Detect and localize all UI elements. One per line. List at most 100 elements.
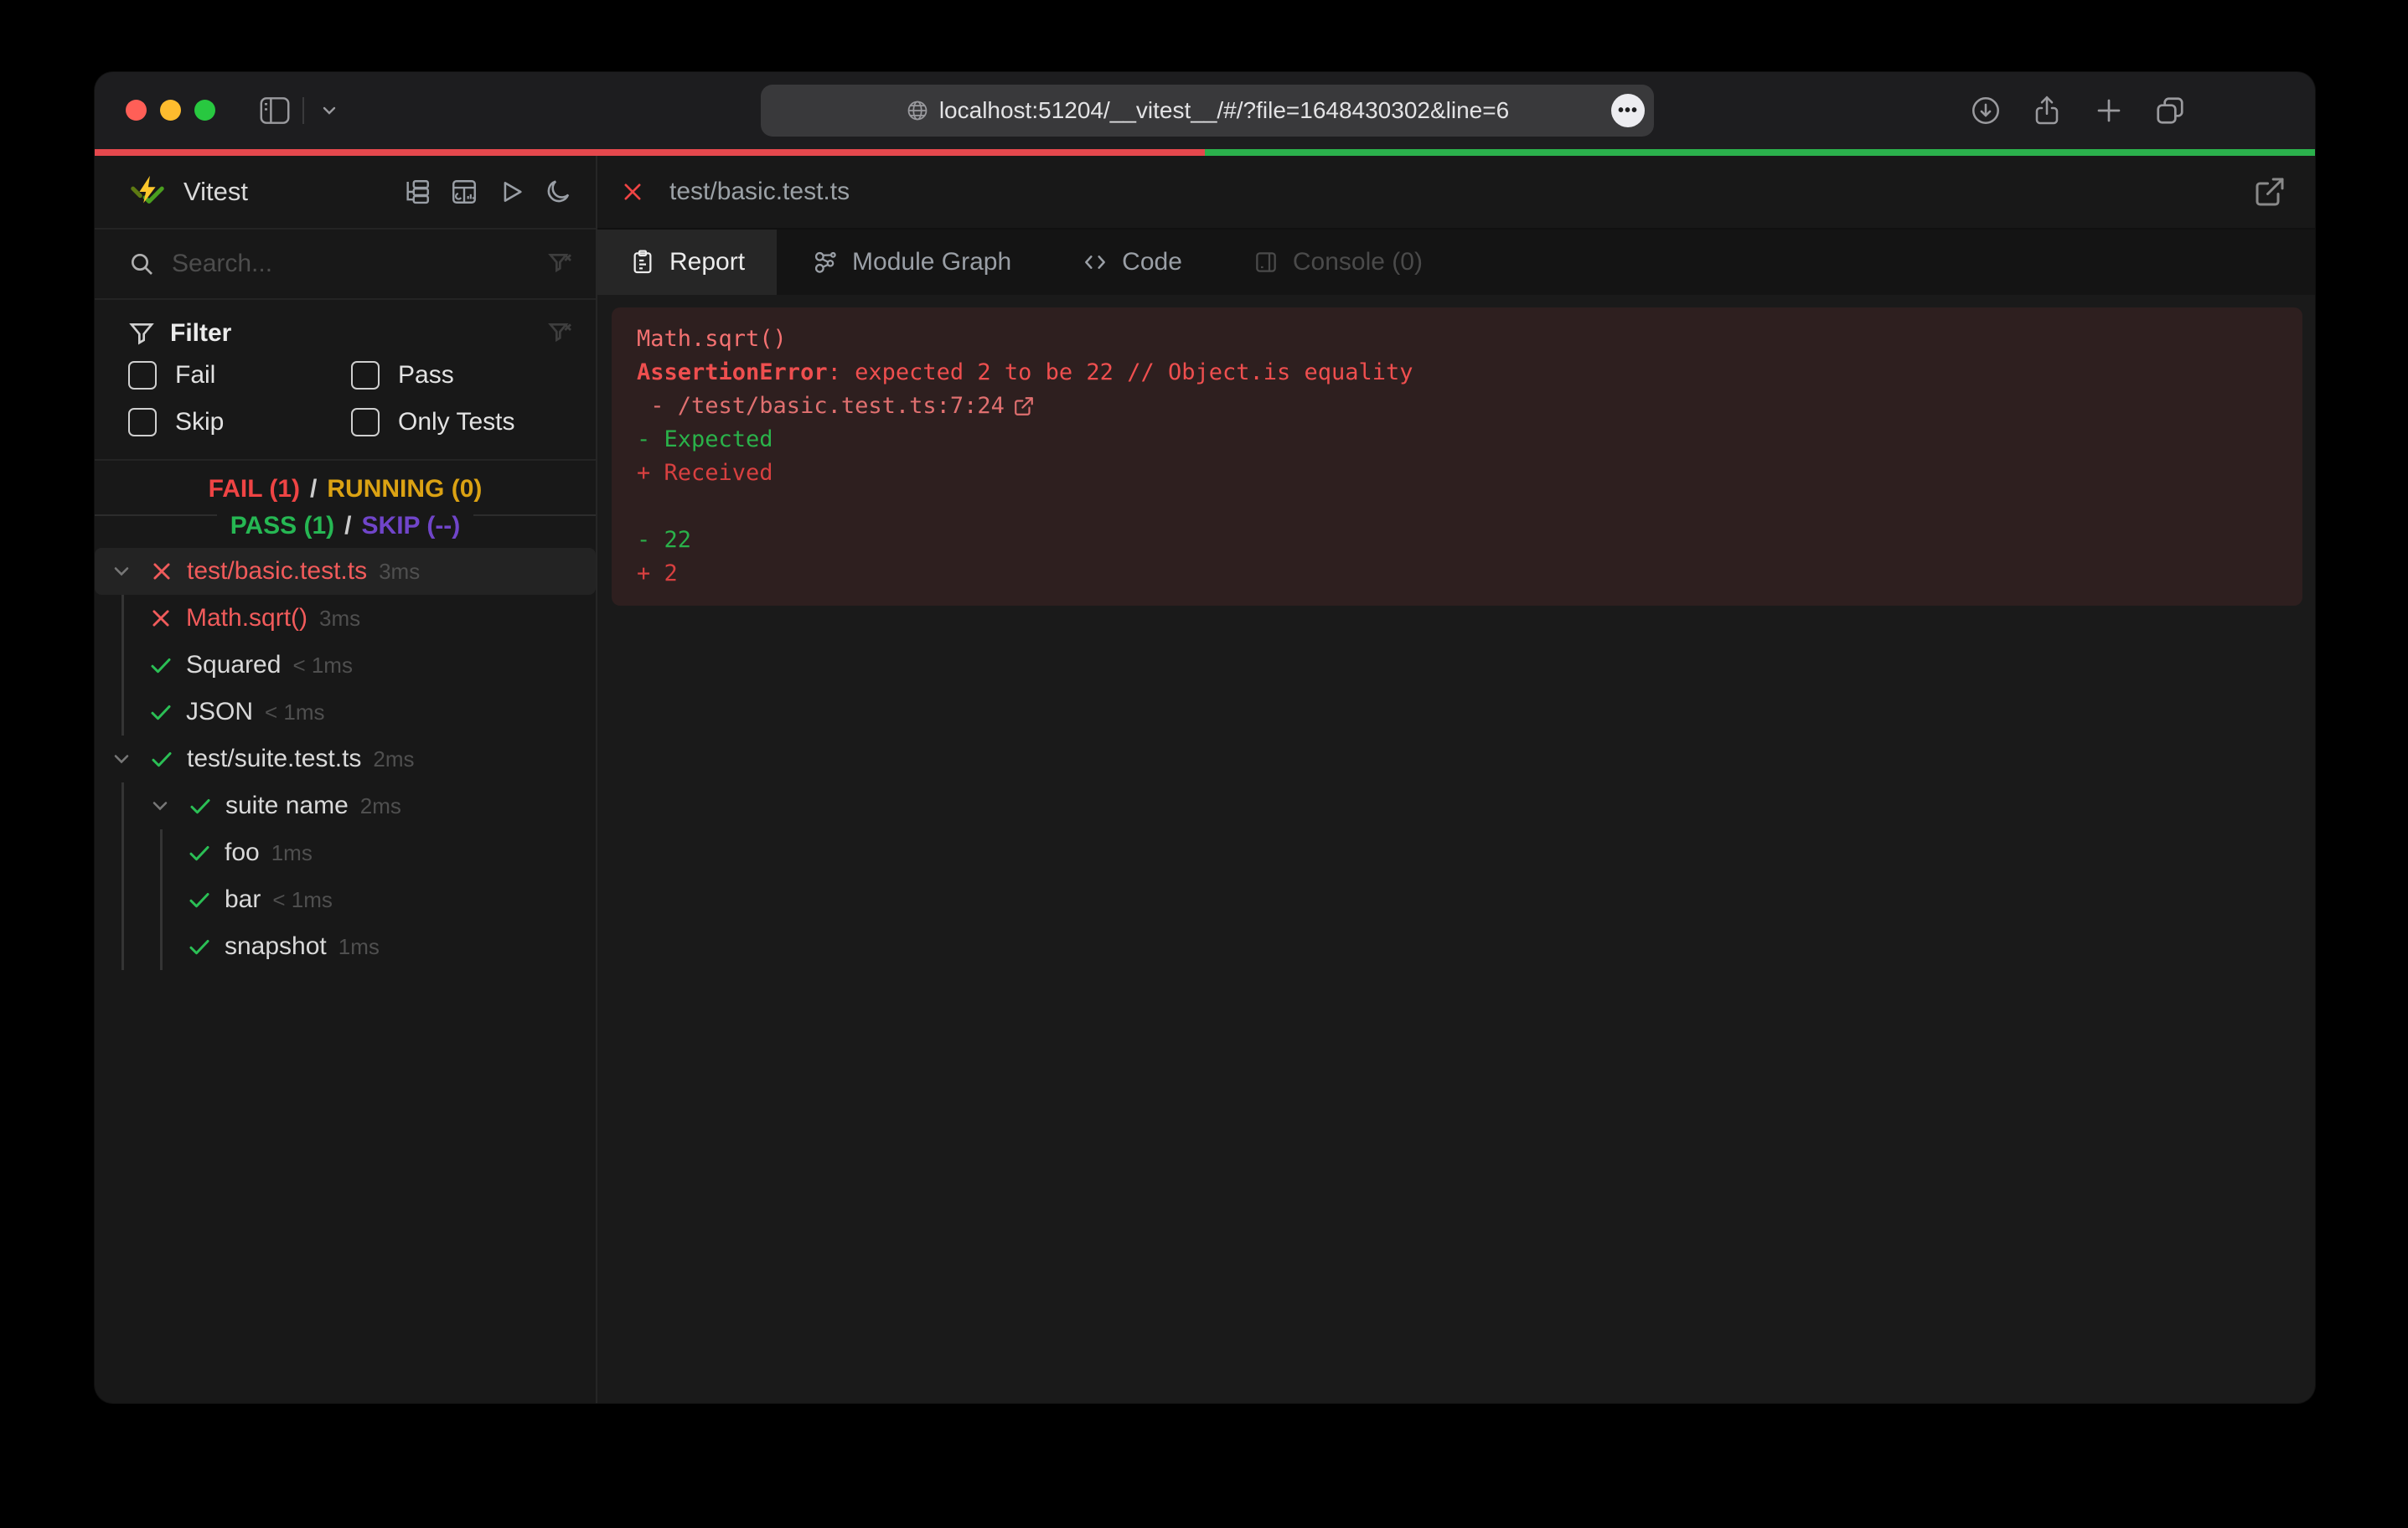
filter-option-pass[interactable]: Pass xyxy=(351,352,574,399)
traffic-lights xyxy=(126,100,215,121)
test-duration: < 1ms xyxy=(292,653,353,679)
report-text: Math.sqrt() xyxy=(637,323,787,356)
open-file-name: test/basic.test.ts xyxy=(669,178,2228,206)
external-link-icon[interactable] xyxy=(1013,395,1035,417)
run-all-icon[interactable] xyxy=(495,176,527,208)
tab-console-0[interactable]: Console (0) xyxy=(1217,230,1458,295)
sidebar-toggle-icon[interactable] xyxy=(259,96,291,125)
checkbox-label: Only Tests xyxy=(398,408,515,436)
test-duration: 2ms xyxy=(373,746,414,772)
tab-report[interactable]: Report xyxy=(597,230,777,295)
test-tree-item[interactable]: Math.sqrt()3ms xyxy=(95,595,596,642)
report-text: AssertionError xyxy=(637,356,828,390)
summary-separator: / xyxy=(344,512,351,540)
pass-check-icon xyxy=(148,699,173,725)
dashboard-icon[interactable] xyxy=(448,176,480,208)
clear-search-filter-icon[interactable] xyxy=(547,250,574,277)
filter-option-skip[interactable]: Skip xyxy=(128,399,351,446)
share-icon[interactable] xyxy=(2032,94,2062,127)
report-line: + 2 xyxy=(637,557,2277,591)
chevron-down-icon[interactable] xyxy=(319,101,339,121)
tab-module-graph[interactable]: Module Graph xyxy=(777,230,1046,295)
pass-check-icon xyxy=(188,793,213,818)
minimize-window-button[interactable] xyxy=(160,100,181,121)
filter-option-only-tests[interactable]: Only Tests xyxy=(351,399,574,446)
test-tree-item[interactable]: JSON< 1ms xyxy=(95,689,596,736)
checkbox-icon[interactable] xyxy=(351,408,380,436)
test-tree-item[interactable]: foo 1ms xyxy=(95,829,596,876)
report-text: - /test/basic.test.ts:7:24 xyxy=(637,390,1005,423)
report-line: - Expected xyxy=(637,423,2277,457)
test-duration: 3ms xyxy=(319,606,360,632)
tab-overview-icon[interactable] xyxy=(2154,95,2186,126)
downloads-icon[interactable] xyxy=(1970,95,2002,126)
open-in-editor-icon[interactable] xyxy=(2253,175,2287,209)
test-duration: 1ms xyxy=(271,840,313,866)
screenshot-stage: localhost:51204/__vitest__/#/?file=16484… xyxy=(0,0,2408,1528)
checkbox-icon[interactable] xyxy=(128,361,157,390)
tree-indent-guide xyxy=(160,829,163,970)
test-duration: 2ms xyxy=(360,793,401,819)
sidebar-header: Vitest xyxy=(95,156,596,230)
pass-check-icon xyxy=(187,840,212,865)
tab-label: Code xyxy=(1122,248,1182,276)
clear-filter-icon[interactable] xyxy=(547,320,574,347)
test-tree-item[interactable]: test/basic.test.ts3ms xyxy=(95,548,596,595)
url-bar[interactable]: localhost:51204/__vitest__/#/?file=16484… xyxy=(761,85,1654,137)
checkbox-icon[interactable] xyxy=(351,361,380,390)
summary-line-pass-skip: PASS (1)/SKIP (--) xyxy=(217,508,474,545)
filter-option-fail[interactable]: Fail xyxy=(128,352,351,399)
chevron-down-icon[interactable] xyxy=(148,794,172,818)
chevron-down-icon[interactable] xyxy=(110,560,133,583)
browser-toolbar: localhost:51204/__vitest__/#/?file=16484… xyxy=(95,72,2315,149)
main-panel: test/basic.test.ts Report Module Graph Cod… xyxy=(597,156,2315,1403)
code-icon xyxy=(1082,249,1108,276)
test-tree-item[interactable]: bar< 1ms xyxy=(95,876,596,923)
test-tree-item[interactable]: Squared< 1ms xyxy=(95,642,596,689)
test-tree: test/basic.test.ts3msMath.sqrt()3msSquar… xyxy=(95,548,596,1403)
test-name: foo xyxy=(225,839,260,867)
test-tree-item[interactable]: snapshot1ms xyxy=(95,923,596,970)
zoom-window-button[interactable] xyxy=(194,100,215,121)
search-icon xyxy=(128,250,155,277)
progress-fail-segment xyxy=(95,149,1205,156)
test-tree-item[interactable]: suite name2ms xyxy=(95,782,596,829)
chevron-down-icon[interactable] xyxy=(110,747,133,771)
summary-value: SKIP (--) xyxy=(362,512,461,540)
new-tab-icon[interactable] xyxy=(2094,96,2124,126)
report-line: - 22 xyxy=(637,524,2277,557)
pass-check-icon xyxy=(187,887,212,912)
fail-x-icon xyxy=(621,180,644,204)
module-graph-icon xyxy=(812,249,839,276)
report-view: Math.sqrt()AssertionError: expected 2 to… xyxy=(597,295,2315,1403)
dark-mode-icon[interactable] xyxy=(542,176,574,208)
test-summary: FAIL (1)/RUNNING (0) PASS (1)/SKIP (--) xyxy=(95,461,596,548)
page-settings-button[interactable]: ••• xyxy=(1611,94,1645,127)
test-tree-item[interactable]: test/suite.test.ts 2ms xyxy=(95,736,596,782)
test-duration: 1ms xyxy=(338,934,380,960)
checkbox-icon[interactable] xyxy=(128,408,157,436)
tab-code[interactable]: Code xyxy=(1046,230,1217,295)
tab-label: Report xyxy=(669,248,745,276)
url-text: localhost:51204/__vitest__/#/?file=16484… xyxy=(939,97,1509,124)
tree-view-icon[interactable] xyxy=(401,176,433,208)
close-window-button[interactable] xyxy=(126,100,147,121)
checkbox-label: Skip xyxy=(175,408,224,436)
test-duration: < 1ms xyxy=(272,887,333,913)
report-line: AssertionError: expected 2 to be 22 // O… xyxy=(637,356,2277,390)
test-name: test/suite.test.ts xyxy=(187,745,361,773)
report-text: + Received xyxy=(637,457,773,490)
toolbar-divider xyxy=(302,97,304,124)
browser-window: localhost:51204/__vitest__/#/?file=16484… xyxy=(95,72,2315,1403)
summary-separator: / xyxy=(310,475,317,503)
report-line: Math.sqrt() xyxy=(637,323,2277,356)
view-tabs: Report Module Graph Code Console (0) xyxy=(597,230,2315,295)
error-report-panel: Math.sqrt()AssertionError: expected 2 to… xyxy=(612,307,2302,606)
report-text: - Expected xyxy=(637,423,773,457)
test-duration: < 1ms xyxy=(265,699,325,725)
filter-options: FailPass Skip Only Tests xyxy=(128,352,574,446)
search-input[interactable] xyxy=(170,249,532,279)
funnel-icon xyxy=(128,320,155,347)
app-title: Vitest xyxy=(183,177,385,207)
test-progress-bar xyxy=(95,149,2315,156)
